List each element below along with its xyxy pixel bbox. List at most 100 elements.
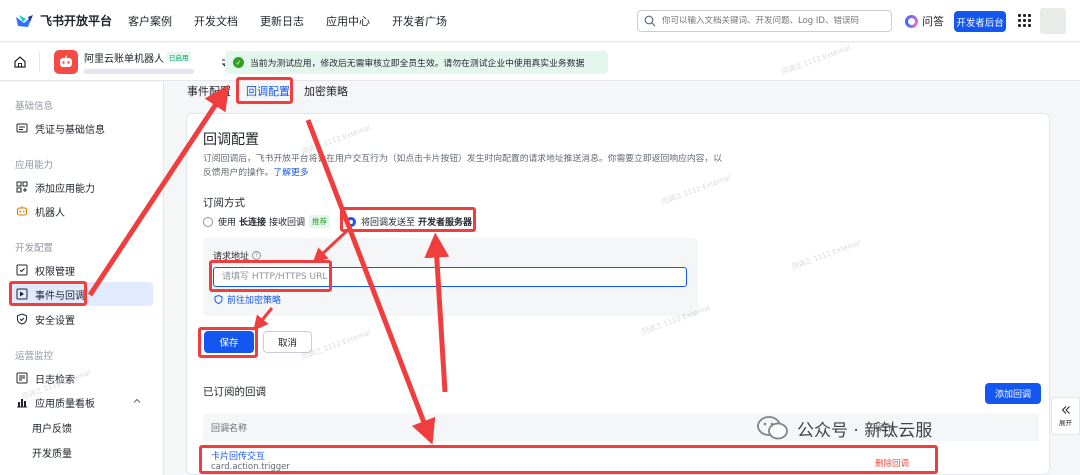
nav-link-docs[interactable]: 开发文档 (194, 13, 238, 29)
sidebar-group-monitoring: 运营监控 (15, 351, 54, 362)
log-icon (16, 372, 28, 384)
sidebar-subitem-feedback[interactable]: 用户反馈 (32, 420, 72, 435)
top-navigation: 飞书开放平台 客户案例 开发文档 更新日志 应用中心 开发者广场 问答 开发者后… (0, 0, 1080, 42)
sidebar-group-capability: 应用能力 (15, 160, 54, 171)
event-icon (16, 288, 28, 300)
subscribe-mode-label: 订阅方式 (203, 197, 245, 209)
ask-button[interactable]: 问答 (905, 13, 944, 29)
notice-text: 当前为测试应用，修改后无需审核立即全员生效。请勿在测试企业中使用真实业务数据 (250, 59, 585, 69)
sidebar-item-label: 添加应用能力 (35, 183, 95, 195)
page-title: 回调配置 (203, 132, 259, 148)
logo[interactable]: 飞书开放平台 (14, 12, 118, 29)
option-long-connection[interactable]: 使用 长连接 接收回调 推荐 (203, 215, 331, 228)
option-bold: 长连接 (239, 218, 267, 228)
table-row: 卡片回传交互 card.action.trigger 删除回调 (203, 443, 939, 475)
url-label-text: 请求地址 (213, 252, 250, 262)
sidebar-item-label: 安全设置 (35, 315, 75, 327)
delete-callback-button[interactable]: 删除回调 (875, 457, 909, 469)
sidebar-item-label: 权限管理 (35, 266, 75, 278)
callback-event-key: card.action.trigger (211, 462, 290, 472)
option-bold: 开发者服务器 (418, 218, 473, 228)
check-circle-icon: ✓ (233, 57, 244, 68)
apps-icon (16, 181, 28, 193)
app-grid-icon[interactable] (1018, 14, 1031, 27)
shield-icon (214, 295, 223, 304)
developer-console-button[interactable]: 开发者后台 (954, 11, 1006, 32)
encryption-strategy-link[interactable]: 前往加密策略 (214, 293, 281, 306)
app-avatar (54, 49, 78, 74)
option-prefix: 使用 (218, 218, 237, 228)
test-app-notice: ✓ 当前为测试应用，修改后无需审核立即全员生效。请勿在测试企业中使用真实业务数据 (225, 51, 608, 74)
shield-icon (17, 313, 27, 325)
radio-long-connection[interactable] (203, 216, 213, 227)
sidebar-item-label: 日志检索 (35, 374, 75, 386)
learn-more-link[interactable]: 了解更多 (273, 168, 308, 178)
wechat-icon (757, 416, 788, 440)
app-info: 阿里云账单机器人 已启用 (84, 50, 194, 74)
column-header: 回调名称 (211, 424, 248, 434)
sidebar-item-label: 事件与回调 (35, 290, 85, 302)
home-icon[interactable] (13, 55, 27, 69)
tab-event-config[interactable]: 事件配置 (187, 83, 231, 99)
nav-link-dev-square[interactable]: 开发者广场 (392, 13, 447, 29)
feishu-logo-icon (14, 13, 34, 29)
callback-name[interactable]: 卡片回传交互 (211, 449, 265, 462)
app-name: 阿里云账单机器人 (84, 53, 164, 65)
robot-face-icon (60, 55, 72, 67)
sidebar-item-label: 机器人 (35, 207, 65, 219)
wechat-account-watermark: 公众号 · 新钛云服 (757, 415, 932, 441)
user-avatar[interactable] (1040, 8, 1066, 34)
nav-link-changelog[interactable]: 更新日志 (260, 13, 304, 29)
expand-panel-button[interactable]: 展开 (1051, 397, 1080, 435)
sidebar-item-events-callbacks[interactable]: 事件与回调 (10, 282, 153, 306)
tab-callback-config[interactable]: 回调配置 (246, 83, 290, 99)
expand-label: 展开 (1059, 419, 1072, 427)
help-icon[interactable]: ? (252, 251, 262, 260)
app-id-redacted (84, 68, 194, 74)
recommended-badge: 推荐 (309, 215, 331, 228)
encryption-link-text: 前往加密策略 (227, 296, 282, 306)
request-url-label: 请求地址 ? (213, 249, 262, 262)
sidebar-item-credentials[interactable]: 凭证与基础信息 (10, 116, 153, 140)
sidebar-item-label: 应用质量看板 (35, 398, 95, 410)
sidebar-item-permissions[interactable]: 权限管理 (10, 258, 153, 282)
search-box[interactable] (637, 10, 892, 32)
credential-icon (16, 123, 28, 133)
sidebar-item-robot[interactable]: 机器人 (10, 199, 153, 223)
save-button[interactable]: 保存 (204, 331, 254, 353)
robot-icon (16, 206, 28, 216)
radio-developer-server[interactable] (346, 216, 356, 227)
add-callback-button[interactable]: 添加回调 (985, 383, 1041, 404)
search-input[interactable] (662, 16, 887, 26)
ask-label: 问答 (922, 15, 944, 28)
sidebar-subitem-dev-quality[interactable]: 开发质量 (32, 445, 72, 460)
sidebar-item-log-search[interactable]: 日志检索 (10, 366, 153, 390)
subscribed-callbacks-title: 已订阅的回调 (203, 386, 266, 398)
search-icon (644, 15, 656, 27)
sidebar-item-label: 凭证与基础信息 (35, 124, 105, 136)
nav-link-cases[interactable]: 客户案例 (128, 13, 172, 29)
tab-encryption[interactable]: 加密策略 (304, 83, 348, 99)
sidebar-group-basic: 基础信息 (15, 101, 54, 112)
sidebar-item-quality-dashboard[interactable]: 应用质量看板 (10, 390, 153, 414)
request-url-input[interactable] (213, 267, 687, 287)
nav-links: 客户案例 开发文档 更新日志 应用中心 开发者广场 (128, 13, 469, 29)
active-tab-indicator (244, 102, 290, 104)
chart-icon (17, 399, 27, 408)
sidebar-item-security[interactable]: 安全设置 (10, 307, 153, 331)
chevron-up-icon (133, 398, 141, 403)
option-suffix: 接收回调 (269, 218, 306, 228)
permission-icon (16, 264, 28, 276)
ai-assistant-icon (905, 14, 918, 28)
app-status-badge: 已启用 (167, 52, 191, 62)
option-prefix: 将回调发送至 (361, 218, 416, 228)
sidebar-group-dev-config: 开发配置 (15, 243, 54, 254)
cancel-button[interactable]: 取消 (263, 331, 312, 353)
option-developer-server[interactable]: 将回调发送至 开发者服务器 (346, 215, 472, 228)
callback-description: 订阅回调后，飞书开放平台将会在用户交互行为（如点击卡片按钮）发生时向配置的请求地… (203, 152, 723, 180)
sidebar-item-add-capability[interactable]: 添加应用能力 (10, 175, 153, 199)
nav-link-app-center[interactable]: 应用中心 (326, 13, 370, 29)
logo-text: 飞书开放平台 (40, 14, 113, 28)
divider (39, 51, 40, 72)
wechat-label: 公众号 · 新钛云服 (797, 420, 933, 441)
